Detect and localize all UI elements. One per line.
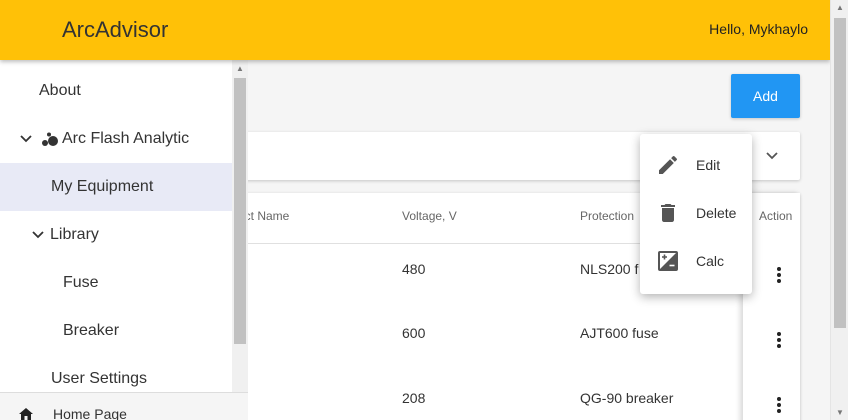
page-scrollbar[interactable]: ▲ ▼: [830, 0, 848, 420]
column-header-voltage[interactable]: Voltage, V: [402, 209, 457, 223]
menu-item-delete[interactable]: Delete: [640, 189, 752, 237]
scroll-up-arrow-icon[interactable]: ▲: [236, 64, 244, 73]
home-icon: [19, 408, 33, 420]
table-row-3-voltage: 208: [402, 390, 426, 406]
sidebar-item-fuse[interactable]: Fuse: [0, 259, 232, 307]
table-row-3-protection: QG-90 breaker: [580, 390, 674, 406]
row-actions-menu: Edit Delete Calc: [640, 134, 752, 294]
sidebar-nav: About Arc Flash Analytic My Equipment Li…: [0, 60, 232, 420]
sidebar-item-label: Arc Flash Analytic: [62, 130, 190, 147]
sidebar-item-library[interactable]: Library: [0, 211, 232, 259]
bubble-chart-icon: [42, 132, 58, 146]
menu-item-calc[interactable]: Calc: [640, 237, 752, 285]
menu-item-edit[interactable]: Edit: [640, 141, 752, 189]
pencil-icon: [659, 155, 678, 174]
sidebar-item-label: User Settings: [51, 370, 148, 387]
sidebar-scrollbar[interactable]: ▲: [232, 60, 248, 420]
app-header: ArcAdvisor Hello, Mykhaylo: [0, 0, 830, 60]
sidebar-item-label: Fuse: [63, 274, 99, 291]
sidebar-item-label: Library: [50, 226, 99, 243]
scroll-down-arrow-icon[interactable]: ▼: [836, 408, 844, 417]
app-title[interactable]: ArcAdvisor: [62, 17, 168, 43]
menu-item-delete-label: Delete: [696, 205, 737, 221]
sidebar-item-label: My Equipment: [51, 178, 154, 195]
sidebar-item-arc-flash-analytic[interactable]: Arc Flash Analytic: [0, 115, 232, 163]
row-2-more-options-icon[interactable]: [769, 330, 789, 354]
sidebar-scrollbar-thumb[interactable]: [234, 78, 246, 344]
column-header-action: Action: [759, 209, 793, 223]
table-row-1-protection: NLS200 f: [580, 261, 639, 277]
user-greeting[interactable]: Hello, Mykhaylo: [709, 21, 808, 37]
home-page-link[interactable]: Home Page: [0, 392, 248, 420]
row-3-more-options-icon[interactable]: [769, 395, 789, 419]
column-header-protection[interactable]: Protection: [580, 209, 634, 223]
menu-item-edit-label: Edit: [696, 157, 721, 173]
menu-item-calc-label: Calc: [696, 253, 725, 269]
sidebar-item-about[interactable]: About: [0, 67, 232, 115]
table-row-1-voltage: 480: [402, 261, 426, 277]
table-row-2-protection: AJT600 fuse: [580, 325, 659, 341]
sidebar-item-my-equipment[interactable]: My Equipment: [0, 163, 232, 211]
sidebar-item-breaker[interactable]: Breaker: [0, 307, 232, 355]
add-button[interactable]: Add: [731, 74, 800, 118]
calculator-icon: [658, 251, 678, 271]
sidebar-item-label: Breaker: [63, 322, 120, 339]
sidebar-item-label: About: [39, 82, 81, 99]
scroll-up-arrow-icon[interactable]: ▲: [836, 3, 844, 12]
row-1-more-options-icon[interactable]: [769, 265, 789, 289]
chevron-down-icon[interactable]: [19, 132, 33, 146]
chevron-down-icon[interactable]: [764, 148, 780, 164]
trash-icon: [661, 204, 675, 222]
table-row-2-voltage: 600: [402, 325, 426, 341]
page-scrollbar-thumb[interactable]: [834, 18, 846, 328]
chevron-down-icon[interactable]: [31, 228, 45, 242]
home-page-label: Home Page: [53, 406, 127, 420]
